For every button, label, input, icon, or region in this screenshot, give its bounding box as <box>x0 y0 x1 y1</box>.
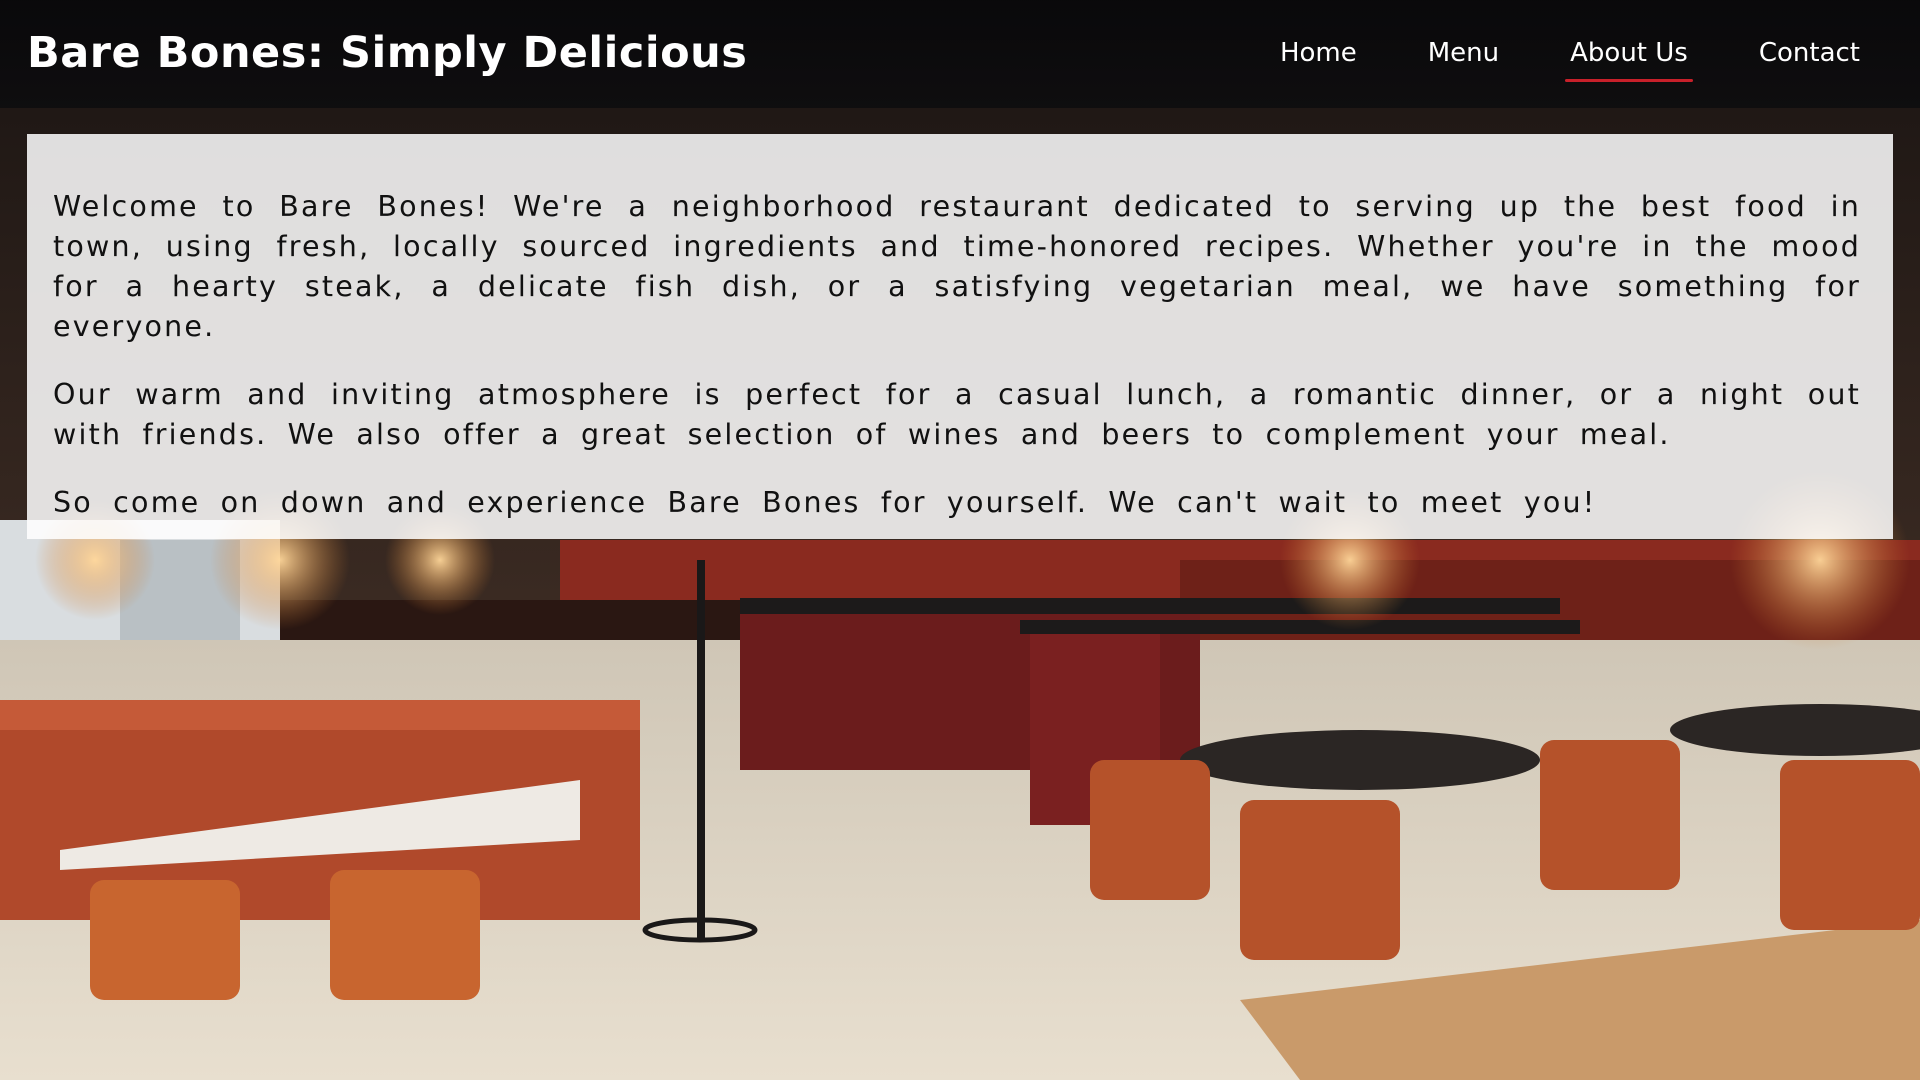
about-paragraph-invitation: So come on down and experience Bare Bone… <box>53 486 1597 519</box>
nav-menu-link[interactable]: Menu <box>1428 38 1499 82</box>
main-nav: Home Menu About Us Contact <box>1280 38 1860 82</box>
about-paragraph-welcome: Welcome to Bare Bones! We're a neighborh… <box>53 190 1861 343</box>
nav-contact-link[interactable]: Contact <box>1759 38 1860 82</box>
site-header: Bare Bones: Simply Delicious Home Menu A… <box>0 0 1920 108</box>
site-title[interactable]: Bare Bones: Simply Delicious <box>27 28 747 78</box>
about-panel: Welcome to Bare Bones! We're a neighborh… <box>27 134 1893 539</box>
about-paragraph-atmosphere: Our warm and inviting atmosphere is perf… <box>53 378 1861 451</box>
nav-about-us-link[interactable]: About Us <box>1565 38 1693 82</box>
nav-home-link[interactable]: Home <box>1280 38 1357 82</box>
